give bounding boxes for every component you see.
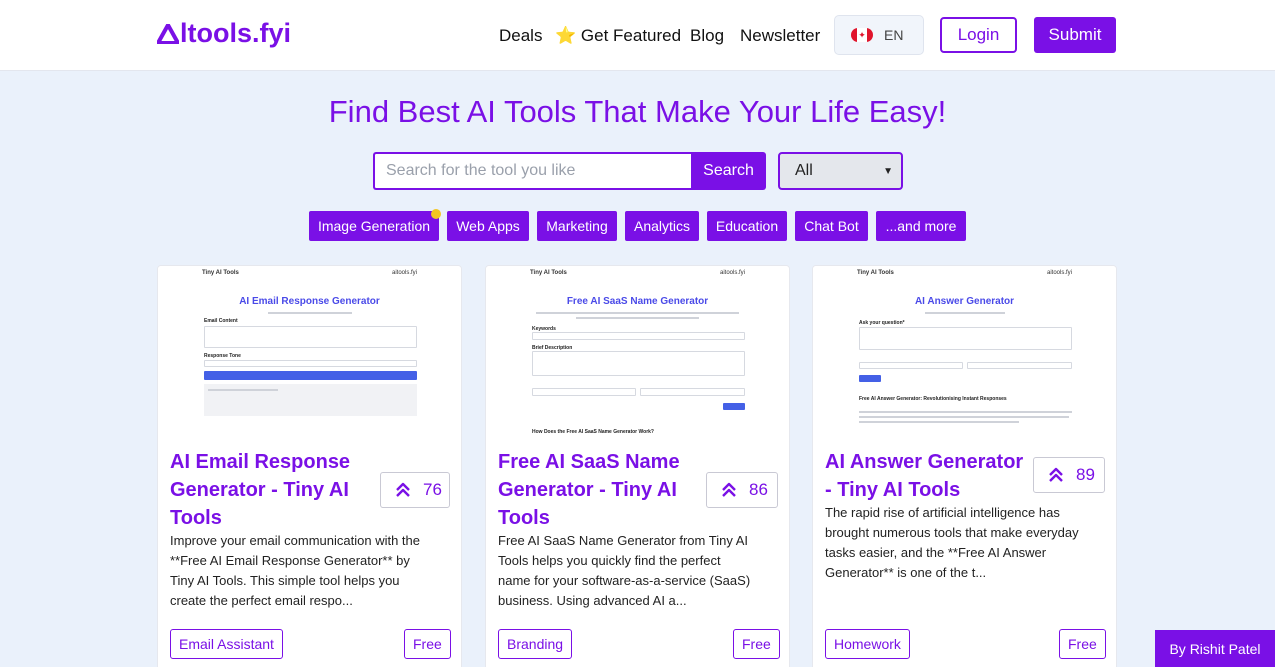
- canada-flag-icon: ✦: [851, 28, 873, 42]
- nav-deals-link[interactable]: Deals: [499, 26, 542, 46]
- category-chip-web-apps[interactable]: Web Apps: [447, 211, 529, 241]
- tool-description-line: Free AI SaaS Name Generator from Tiny AI: [498, 533, 748, 548]
- submit-button[interactable]: Submit: [1034, 17, 1116, 53]
- category-select-value: All: [795, 162, 813, 179]
- tool-card[interactable]: Tiny AI Tools aitools.fyi AI Answer Gener…: [812, 265, 1117, 667]
- nav-newsletter-link[interactable]: Newsletter: [740, 26, 820, 46]
- tool-title-line: AI Email Response: [170, 451, 351, 473]
- tool-title-line: Generator - Tiny AI: [498, 479, 677, 501]
- chevron-down-icon: ▼: [883, 166, 893, 177]
- nav-get-featured-label: Get Featured: [580, 26, 682, 45]
- screenshot-domain: aitools.fyi: [391, 270, 417, 276]
- tool-description-line: business. Using advanced AI a...: [498, 593, 687, 608]
- tool-description-line: The rapid rise of artificial intelligenc…: [825, 505, 1060, 520]
- language-selector[interactable]: ✦ EN: [834, 15, 924, 55]
- tool-title[interactable]: Free AI SaaS Name Generator - Tiny AI To…: [498, 448, 680, 532]
- language-code: EN: [884, 27, 904, 43]
- category-select[interactable]: All ▼: [778, 152, 903, 190]
- screenshot-site-name: Tiny AI Tools: [202, 270, 239, 276]
- tool-description: Free AI SaaS Name Generator from Tiny AI…: [498, 531, 780, 611]
- category-chip-education[interactable]: Education: [707, 211, 787, 241]
- pricing-badge: Free: [733, 629, 780, 659]
- upvote-button[interactable]: 76: [380, 472, 450, 508]
- screenshot-heading: AI Answer Generator: [914, 296, 1015, 307]
- tool-screenshot: Tiny AI Tools aitools.fyi Free AI SaaS Na…: [486, 266, 789, 442]
- double-chevron-up-icon: [1049, 467, 1063, 482]
- new-indicator-dot: [431, 209, 441, 219]
- upvote-button[interactable]: 89: [1033, 457, 1105, 493]
- tool-description-line: Tools helps you quickly find the perfect: [498, 553, 721, 568]
- tool-description: Improve your email communication with th…: [170, 531, 452, 611]
- author-credit-badge[interactable]: By Rishit Patel: [1155, 630, 1275, 667]
- tool-title-line: Tools: [170, 507, 222, 529]
- tool-title-line: AI Answer Generator: [825, 451, 1024, 473]
- tool-tag[interactable]: Email Assistant: [170, 629, 283, 659]
- search-button[interactable]: Search: [691, 152, 766, 190]
- tool-description-line: create the perfect email respo...: [170, 593, 353, 608]
- top-header: ltools.fyi Deals ⭐ Get Featured Blog New…: [0, 0, 1275, 71]
- tool-card[interactable]: Tiny AI Tools aitools.fyi AI Email Respon…: [157, 265, 462, 667]
- search-input[interactable]: [375, 154, 692, 188]
- upvote-count: 86: [749, 480, 768, 499]
- tool-description-line: Tiny AI Tools. This simple tool helps yo…: [170, 573, 400, 588]
- tool-title-line: Tools: [498, 507, 550, 529]
- tool-title-line: Generator - Tiny AI: [170, 479, 349, 501]
- upvote-count: 89: [1076, 465, 1095, 484]
- hero-title: Find Best AI Tools That Make Your Life E…: [328, 94, 947, 129]
- tool-description-line: **Free AI Email Response Generator** by: [170, 553, 410, 568]
- search-box: [373, 152, 692, 190]
- tool-description-line: name for your software-as-a-service (Saa…: [498, 573, 751, 588]
- upvote-count: 76: [423, 480, 442, 499]
- screenshot-site-name: Tiny AI Tools: [530, 270, 567, 276]
- login-button[interactable]: Login: [940, 17, 1017, 53]
- site-logo[interactable]: ltools.fyi: [157, 18, 291, 49]
- screenshot-heading: AI Email Response Generator: [239, 296, 380, 307]
- tool-title[interactable]: AI Email Response Generator - Tiny AI To…: [170, 448, 350, 532]
- screenshot-subheading: Free AI Answer Generator: Revolutionisin…: [859, 396, 1007, 402]
- category-chip-marketing[interactable]: Marketing: [537, 211, 617, 241]
- tool-description-line: brought numerous tools that make everyda…: [825, 525, 1079, 540]
- tool-description-line: Improve your email communication with th…: [170, 533, 420, 548]
- category-chip-analytics[interactable]: Analytics: [625, 211, 699, 241]
- pricing-badge: Free: [1059, 629, 1106, 659]
- screenshot-domain: aitools.fyi: [719, 270, 745, 276]
- logo-triangle-icon: [157, 23, 179, 44]
- tool-title[interactable]: AI Answer Generator - Tiny AI Tools: [825, 448, 1023, 504]
- logo-text: ltools.fyi: [180, 18, 292, 48]
- upvote-button[interactable]: 86: [706, 472, 778, 508]
- tool-description-line: Generator** is one of the t...: [825, 565, 987, 580]
- tool-tag[interactable]: Homework: [825, 629, 910, 659]
- nav-blog-link[interactable]: Blog: [690, 26, 724, 46]
- double-chevron-up-icon: [396, 482, 410, 497]
- tool-screenshot: Tiny AI Tools aitools.fyi AI Answer Gener…: [813, 266, 1116, 442]
- screenshot-site-name: Tiny AI Tools: [857, 270, 894, 276]
- double-chevron-up-icon: [722, 482, 736, 497]
- category-chip-image-generation[interactable]: Image Generation: [309, 211, 439, 241]
- pricing-badge: Free: [404, 629, 451, 659]
- tool-tag[interactable]: Branding: [498, 629, 573, 659]
- tool-screenshot: Tiny AI Tools aitools.fyi AI Email Respon…: [158, 266, 461, 442]
- tool-title-line: - Tiny AI Tools: [825, 479, 961, 501]
- category-chip-more[interactable]: ...and more: [876, 211, 966, 241]
- screenshot-heading: Free AI SaaS Name Generator: [566, 296, 709, 307]
- tool-title-line: Free AI SaaS Name: [498, 451, 680, 473]
- tool-card[interactable]: Tiny AI Tools aitools.fyi Free AI SaaS Na…: [485, 265, 790, 667]
- screenshot-domain: aitools.fyi: [1046, 270, 1072, 276]
- category-chip-chat-bot[interactable]: Chat Bot: [795, 211, 868, 241]
- nav-get-featured-link[interactable]: ⭐ Get Featured: [555, 26, 681, 46]
- tool-description: The rapid rise of artificial intelligenc…: [825, 503, 1107, 583]
- star-icon: ⭐: [555, 26, 577, 45]
- tool-description-line: tasks easier, and the **Free AI Answer: [825, 545, 1047, 560]
- screenshot-footer: How Does the Free AI SaaS Name Generator…: [532, 429, 654, 435]
